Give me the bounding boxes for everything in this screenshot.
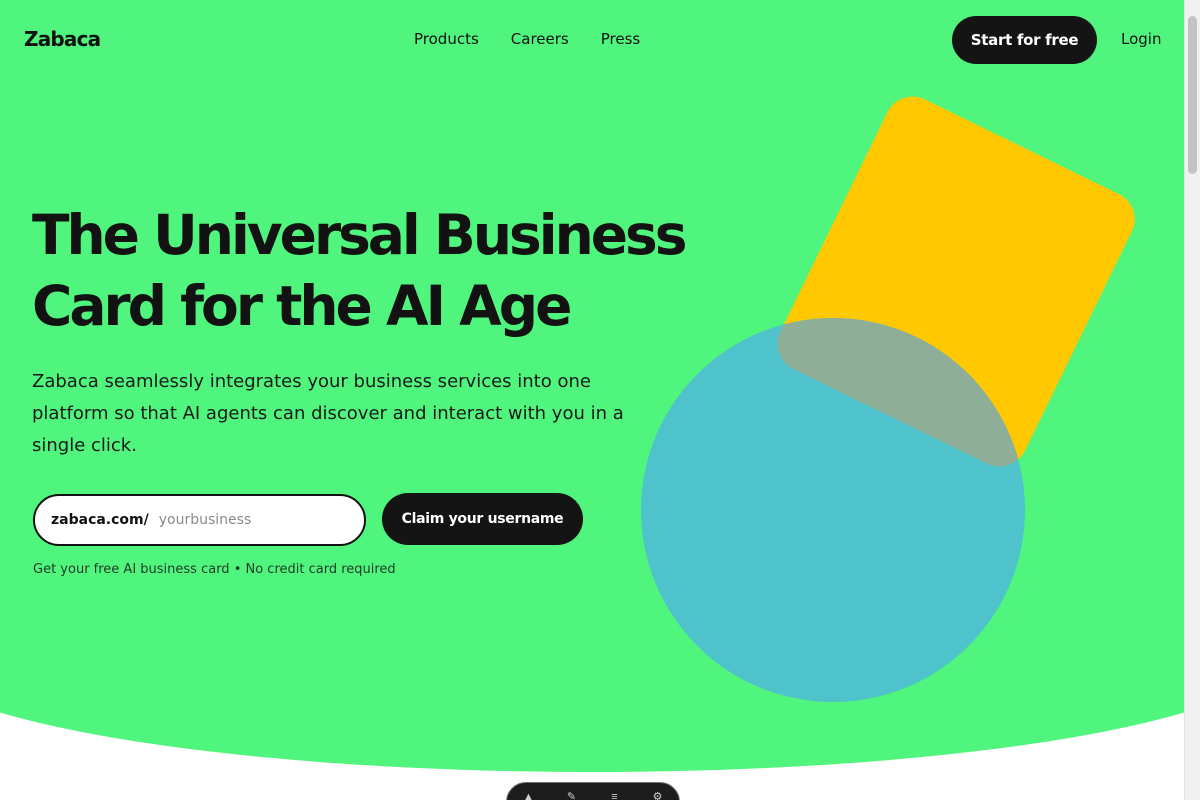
nav-link-press[interactable]: Press [601, 30, 640, 48]
start-for-free-button[interactable]: Start for free [952, 16, 1097, 64]
url-prefix: zabaca.com/ [51, 512, 149, 528]
page: Zabaca Products Careers Press Start for … [0, 0, 1200, 800]
pointer-icon[interactable]: ▲ [521, 792, 537, 800]
nav-link-careers[interactable]: Careers [511, 30, 569, 48]
tool-icon[interactable]: ✎ [564, 792, 580, 800]
top-navigation: Zabaca Products Careers Press Start for … [0, 0, 1184, 80]
scrollbar-thumb[interactable] [1188, 16, 1197, 174]
nav-link-products[interactable]: Products [414, 30, 479, 48]
username-input[interactable] [156, 511, 351, 529]
brand-logo[interactable]: Zabaca [24, 27, 101, 51]
username-field[interactable]: zabaca.com/ [33, 494, 366, 546]
menu-icon[interactable]: ≡ [607, 792, 623, 800]
settings-icon[interactable]: ⚙ [650, 792, 666, 800]
login-link[interactable]: Login [1121, 30, 1161, 48]
claim-username-button[interactable]: Claim your username [382, 493, 583, 545]
nav-links: Products Careers Press [414, 30, 640, 48]
hero-headline: The Universal Business Card for the AI A… [32, 203, 688, 338]
signup-note: Get your free AI business card • No cred… [33, 562, 396, 577]
vertical-scrollbar[interactable] [1184, 0, 1200, 800]
hero-subtext: Zabaca seamlessly integrates your busine… [32, 371, 624, 456]
floating-toolbar: ▲ ✎ ≡ ⚙ [506, 782, 680, 800]
